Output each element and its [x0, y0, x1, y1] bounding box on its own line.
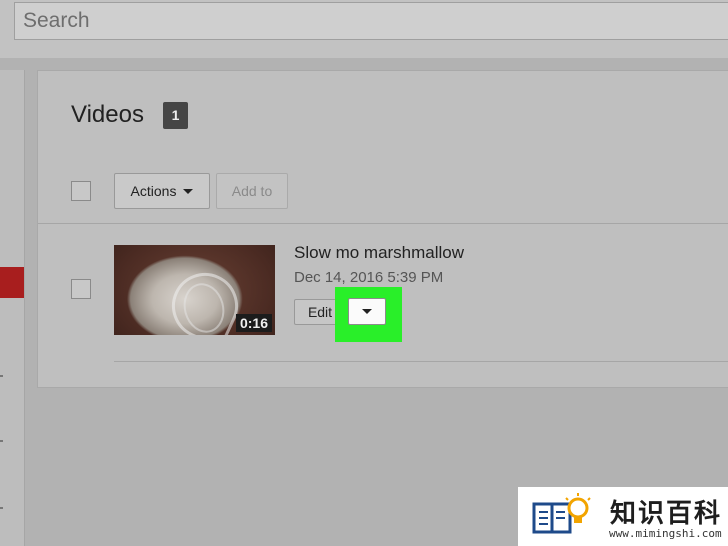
left-sidebar: [0, 70, 25, 546]
add-to-button[interactable]: Add to: [216, 173, 288, 209]
video-thumbnail[interactable]: 0:16: [114, 245, 275, 335]
sidebar-item-active[interactable]: [0, 267, 24, 298]
row-divider: [114, 361, 728, 362]
watermark-url: www.mimingshi.com: [609, 527, 722, 540]
select-all-checkbox[interactable]: [71, 181, 91, 201]
video-row-checkbox[interactable]: [71, 279, 91, 299]
add-to-label: Add to: [231, 183, 273, 199]
actions-dropdown-button[interactable]: Actions: [114, 173, 210, 209]
video-date: Dec 14, 2016 5:39 PM: [294, 269, 444, 286]
actions-label: Actions: [130, 183, 177, 199]
page-title: Videos: [71, 101, 144, 128]
toolbar-divider: [38, 223, 728, 224]
video-title[interactable]: Slow mo marshmallow: [294, 243, 464, 263]
edit-label: Edit: [307, 304, 333, 320]
caret-down-icon: [183, 188, 194, 194]
video-count-badge: 1: [163, 102, 188, 129]
watermark-name: 知识百科: [610, 498, 723, 528]
video-duration: 0:16: [235, 314, 272, 332]
watermark: 知识百科 www.mimingshi.com: [518, 487, 728, 546]
book-bulb-logo-icon: [532, 493, 591, 534]
search-input[interactable]: Search: [14, 2, 728, 40]
edit-dropdown-button[interactable]: [348, 298, 386, 325]
sidebar-item-marker[interactable]: [0, 440, 3, 442]
sidebar-item-marker[interactable]: [0, 375, 3, 377]
top-bar: Search: [0, 0, 728, 58]
caret-down-icon: [362, 309, 372, 314]
sidebar-item-marker[interactable]: [0, 507, 3, 509]
